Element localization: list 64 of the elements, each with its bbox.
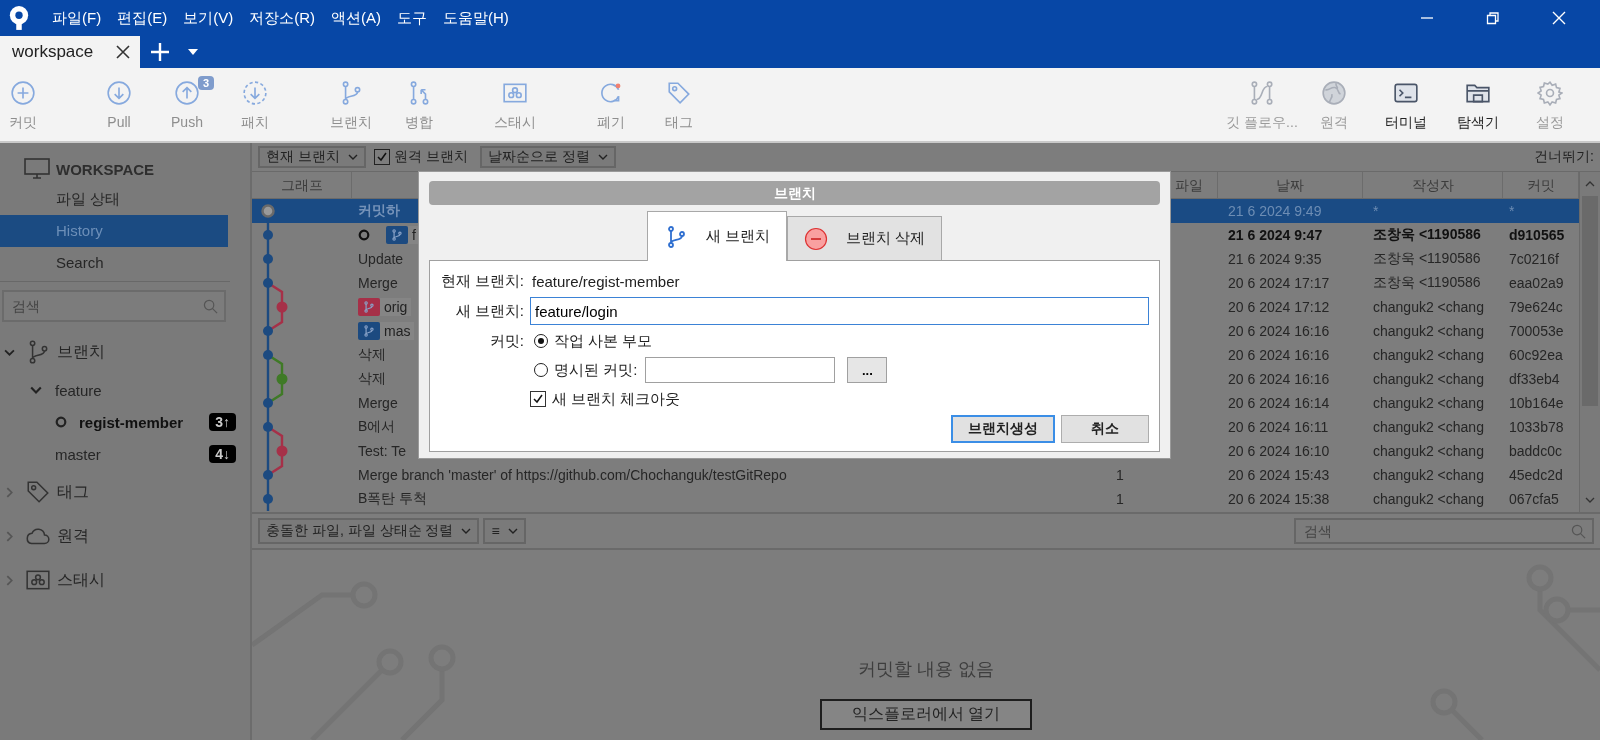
ahead-behind-badge: 3↑ — [209, 413, 236, 431]
table-cell-text: 20 6 2024 16:16 — [1227, 347, 1331, 363]
table-cell-text: d910565 — [1508, 227, 1566, 243]
table-cell-text: 700053e — [1508, 323, 1565, 339]
table-cell-text: 21 6 2024 9:47 — [1227, 227, 1324, 243]
option-label: 작업 사본 부모 — [554, 331, 653, 351]
table-cell-text: 067cfa5 — [1508, 491, 1560, 507]
table-cell-text: 20 6 2024 16:10 — [1227, 443, 1331, 459]
table-cell-text: 20 6 2024 16:11 — [1227, 419, 1330, 435]
table-cell-text: * — [1372, 203, 1380, 219]
branch-label: orig — [380, 298, 412, 316]
table-cell-text: changuk2 <chang — [1372, 347, 1485, 363]
table-cell-text: 20 6 2024 16:16 — [1227, 323, 1331, 339]
table-cell-text: changuk2 <chang — [1372, 323, 1485, 339]
branch-label: mas — [380, 322, 415, 340]
commit-message: Test: Te — [358, 443, 406, 459]
table-cell-text: changuk2 <chang — [1372, 443, 1485, 459]
commit-message: Merge branch 'master' of https://github.com/Chochanguk/testGitRepo — [358, 467, 787, 483]
table-cell-text: changuk2 <chang — [1372, 395, 1485, 411]
table-cell-text: 조창욱 <1190586 — [1372, 274, 1482, 292]
commit-message: B폭탄 투척 — [358, 490, 428, 508]
empty-message: 커밋할 내용 없음 — [858, 658, 994, 681]
field-label: 새 브랜치: — [454, 301, 524, 321]
table-cell-text: 21 6 2024 9:49 — [1227, 203, 1323, 219]
table-cell-text: 1033b78 — [1508, 419, 1565, 435]
commit-message: Update — [358, 251, 404, 267]
table-cell-text: 20 6 2024 17:12 — [1227, 299, 1331, 315]
table-cell-text: changuk2 <chang — [1372, 419, 1485, 435]
current-branch-value: feature/regist-member — [532, 272, 680, 290]
dialog-title: 브랜치 — [429, 181, 1160, 205]
table-cell-text: 조창욱 <1190586 — [1372, 250, 1482, 268]
field-label: 커밋: — [488, 331, 524, 351]
workspace-heading: WORKSPACE — [56, 160, 155, 178]
jump-label: 건너뛰기: — [1534, 148, 1594, 166]
table-cell-text: 10b164e — [1508, 395, 1565, 411]
field-label: 현재 브랜치: — [439, 271, 524, 291]
table-cell: 1 — [1116, 467, 1124, 483]
option-label: 명시된 커밋: — [554, 360, 638, 380]
table-cell-text: 조창욱 <1190586 — [1372, 226, 1482, 244]
table-cell-text: 79e624c — [1508, 299, 1564, 315]
table-cell-text: eaa02a9 — [1508, 275, 1565, 291]
table-cell-text: 21 6 2024 9:35 — [1227, 251, 1323, 267]
table-cell-text: 7c0216f — [1508, 251, 1560, 267]
commit-message: 삭제 — [358, 346, 386, 364]
ahead-behind-badge: 4↓ — [209, 445, 236, 463]
table-cell-text: * — [1508, 203, 1516, 219]
table-cell-text: baddc0c — [1508, 443, 1563, 459]
table-cell-text: 20 6 2024 15:38 — [1227, 491, 1331, 507]
table-cell-text: changuk2 <chang — [1372, 467, 1485, 483]
table-cell-text: changuk2 <chang — [1372, 491, 1485, 507]
table-cell-text: df33eb4 — [1508, 371, 1561, 387]
table-cell-text: 20 6 2024 16:14 — [1227, 395, 1331, 411]
table-cell-text: 60c92ea — [1508, 347, 1564, 363]
table-cell-text: changuk2 <chang — [1372, 371, 1485, 387]
checkbox-label: 원격 브랜치 — [393, 148, 468, 166]
table-cell-text: 20 6 2024 16:16 — [1227, 371, 1331, 387]
table-cell-text: 20 6 2024 17:17 — [1227, 275, 1331, 291]
table-cell-text: 45edc2d — [1508, 467, 1564, 483]
table-cell: 1 — [1116, 491, 1124, 507]
checkbox-label: 새 브랜치 체크아웃 — [552, 389, 681, 409]
table-cell-text: 20 6 2024 15:43 — [1227, 467, 1331, 483]
count-badge: 3 — [197, 76, 214, 90]
commit-message: 커밋하 — [358, 202, 400, 220]
table-cell-text: changuk2 <chang — [1372, 299, 1485, 315]
